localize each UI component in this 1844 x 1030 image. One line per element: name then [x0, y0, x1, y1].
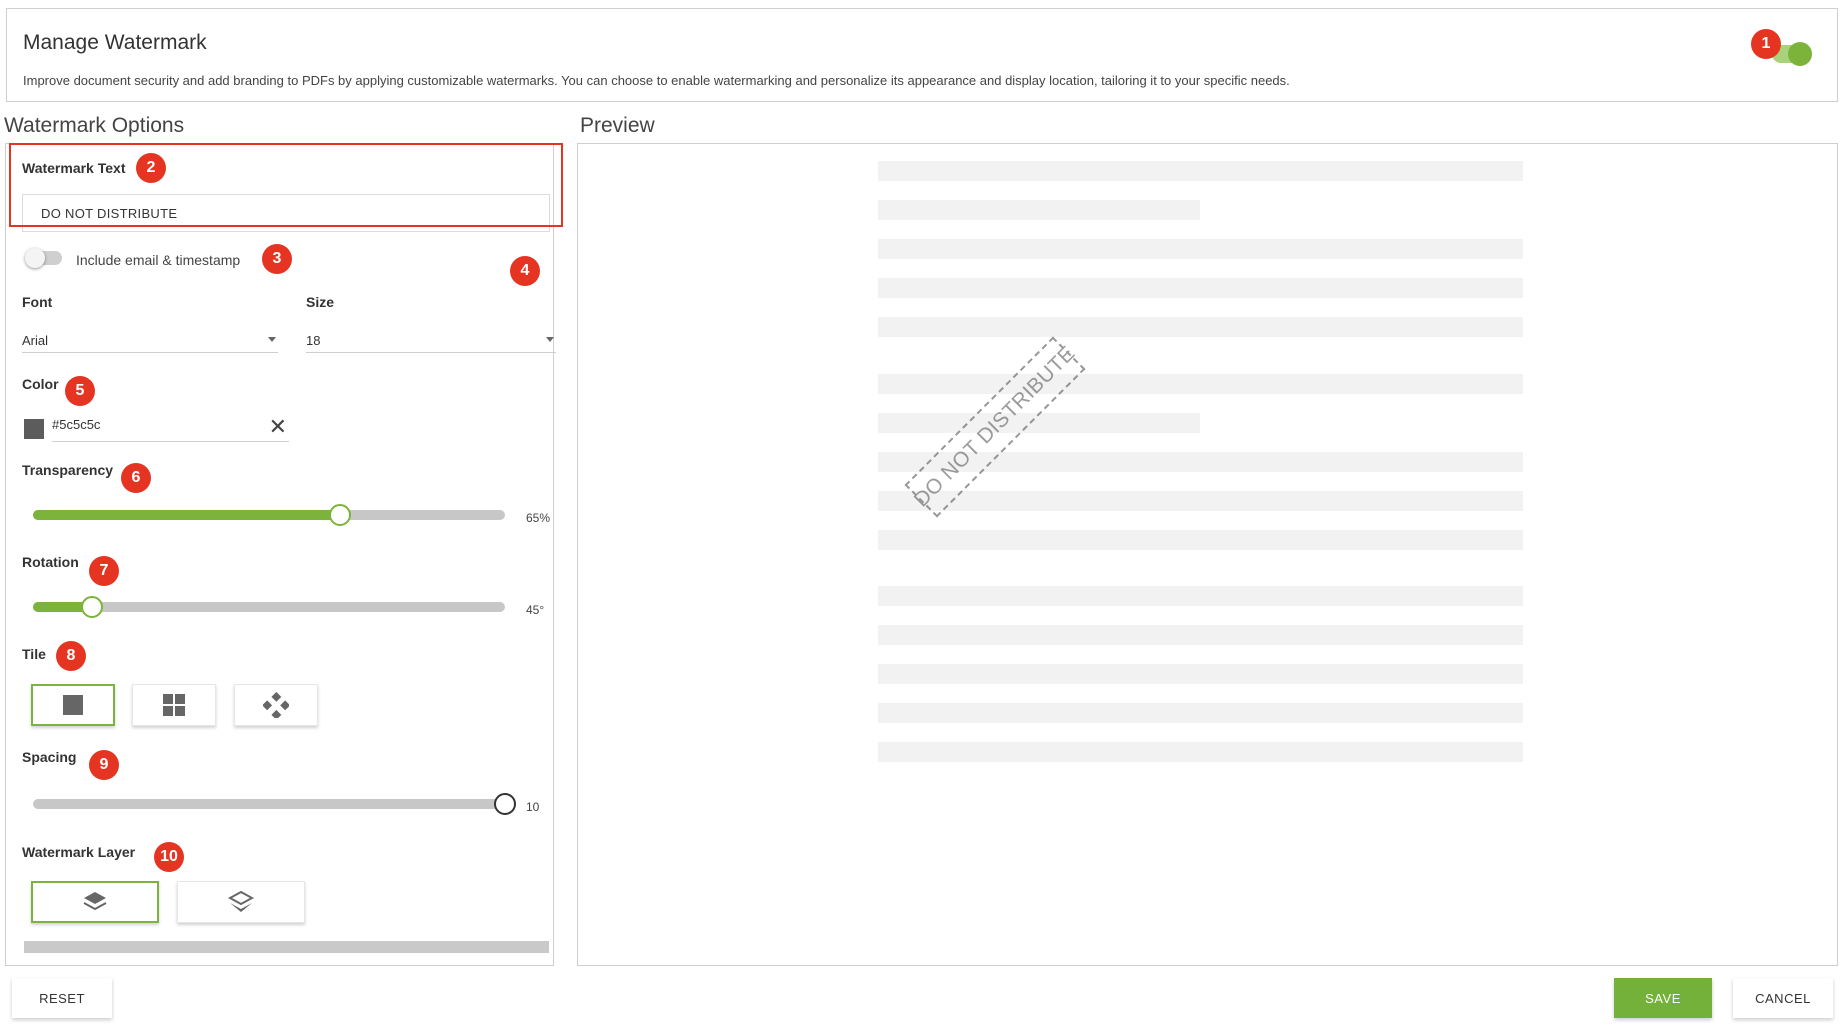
color-label: Color: [22, 376, 59, 392]
include-email-timestamp-label: Include email & timestamp: [76, 252, 241, 268]
preview-text-line: [878, 491, 1523, 511]
toggle-knob: [25, 248, 45, 268]
slider-thumb[interactable]: [328, 504, 351, 526]
reset-button[interactable]: RESET: [12, 978, 112, 1018]
color-value: #5c5c5c: [52, 417, 101, 432]
cancel-button[interactable]: CANCEL: [1733, 978, 1833, 1018]
preview-text-line: [878, 664, 1523, 684]
annotation-badge-5: 5: [65, 376, 95, 406]
color-swatch[interactable]: [24, 419, 44, 439]
chevron-down-icon: [546, 337, 554, 342]
preview-text-line: [878, 161, 1523, 181]
size-value: 18: [306, 333, 321, 348]
color-input[interactable]: #5c5c5c ✕: [52, 414, 289, 442]
preview-text-line: [878, 586, 1523, 606]
tile-label: Tile: [22, 646, 46, 662]
watermark-options-panel: Watermark Text 2 DO NOT DISTRIBUTE Inclu…: [5, 143, 556, 966]
annotation-badge-4: 4: [510, 256, 540, 286]
include-email-timestamp-toggle[interactable]: [25, 248, 62, 268]
annotation-badge-10: 10: [154, 842, 184, 872]
font-label: Font: [22, 294, 53, 310]
font-value: Arial: [22, 333, 49, 348]
size-select[interactable]: 18: [306, 329, 556, 353]
preview-text-line: [878, 317, 1523, 337]
slider-thumb[interactable]: [494, 793, 516, 815]
tile-single-button[interactable]: [31, 684, 115, 726]
rotation-label: Rotation: [22, 554, 79, 570]
transparency-label: Transparency: [22, 462, 114, 478]
square-icon: [63, 695, 83, 715]
preview-text-line: [878, 742, 1523, 762]
preview-section-title: Preview: [580, 114, 655, 137]
layer-front-button[interactable]: [31, 881, 159, 923]
annotation-badge-1: 1: [1751, 29, 1781, 59]
horizontal-scrollbar[interactable]: [24, 941, 549, 953]
annotation-badge-8: 8: [56, 641, 86, 671]
tile-grid-button[interactable]: [132, 684, 216, 726]
options-section-title: Watermark Options: [4, 114, 185, 137]
preview-text-line: [878, 530, 1523, 550]
annotation-badge-9: 9: [89, 750, 119, 780]
preview-panel: DO NOT DISTRIBUTE: [577, 143, 1838, 966]
annotation-badge-7: 7: [89, 556, 119, 586]
page-description: Improve document security and add brandi…: [23, 73, 1290, 88]
spacing-value: 10: [526, 800, 540, 814]
preview-text-line: [878, 239, 1523, 259]
chevron-down-icon: [268, 337, 276, 342]
slider-thumb[interactable]: [81, 596, 103, 618]
transparency-slider[interactable]: [33, 504, 505, 526]
spacing-label: Spacing: [22, 749, 77, 765]
font-select[interactable]: Arial: [22, 329, 278, 353]
preview-text-line: [878, 374, 1523, 394]
close-icon[interactable]: ✕: [269, 414, 287, 440]
diamond-grid-icon: [263, 692, 289, 718]
preview-text-line: [878, 413, 1200, 433]
preview-text-line: [878, 703, 1523, 723]
annotation-badge-6: 6: [121, 463, 151, 493]
layer-back-button[interactable]: [177, 881, 305, 923]
annotation-badge-3: 3: [262, 244, 292, 274]
rotation-slider[interactable]: [33, 596, 505, 618]
preview-text-line: [878, 625, 1523, 645]
watermark-layer-label: Watermark Layer: [22, 844, 136, 860]
font-size-highlight: [9, 143, 563, 227]
preview-text-line: [878, 278, 1523, 298]
toggle-knob: [1788, 42, 1812, 66]
layers-back-icon: [228, 890, 254, 912]
tile-diamond-button[interactable]: [234, 684, 318, 726]
spacing-slider[interactable]: [33, 793, 516, 815]
size-label: Size: [306, 294, 335, 310]
transparency-value: 65%: [526, 511, 551, 525]
manage-watermark-header: Manage Watermark Improve document securi…: [6, 8, 1838, 102]
save-button[interactable]: SAVE: [1614, 978, 1712, 1018]
page-title: Manage Watermark: [23, 31, 207, 54]
preview-text-line: [878, 200, 1200, 220]
layers-front-icon: [83, 892, 107, 911]
slider-fill: [33, 510, 340, 520]
grid-icon: [163, 694, 185, 716]
rotation-value: 45°: [526, 603, 545, 617]
